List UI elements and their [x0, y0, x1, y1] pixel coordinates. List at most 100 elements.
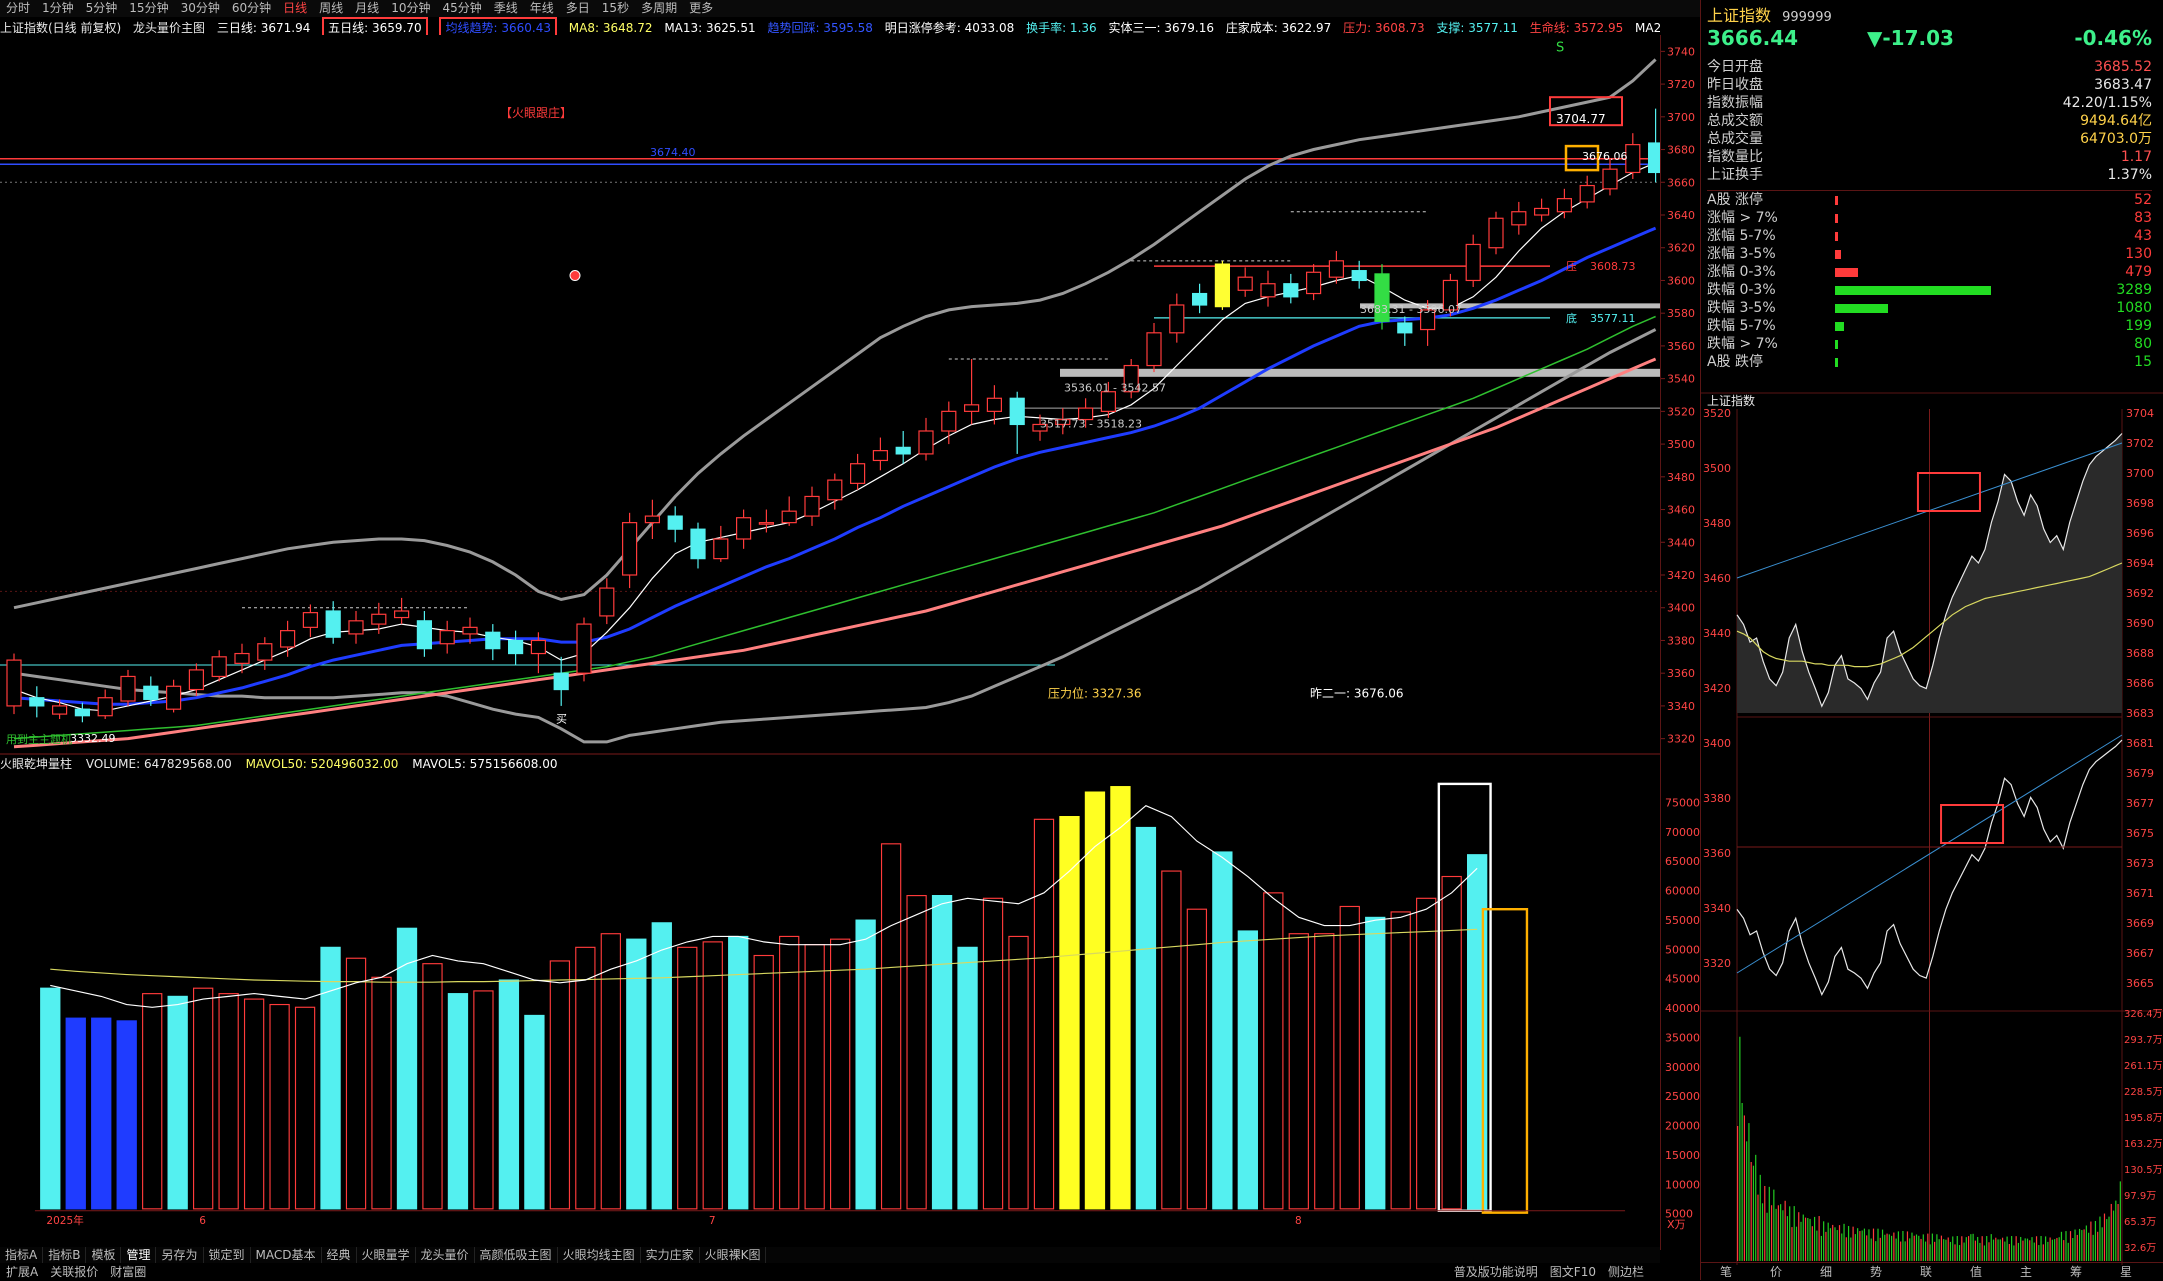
period-tab[interactable]: 日线: [277, 0, 313, 17]
candle[interactable]: [1305, 264, 1322, 301]
volume-bar[interactable]: [957, 946, 978, 1210]
volume-bar[interactable]: [702, 941, 723, 1210]
volume-bar[interactable]: [473, 990, 494, 1210]
volume-bar[interactable]: [40, 987, 61, 1210]
candle[interactable]: [1283, 273, 1299, 304]
candle[interactable]: [1351, 260, 1367, 289]
indicator-tab[interactable]: 指标B: [43, 1247, 87, 1263]
indicator-tab[interactable]: 火眼裸K图: [700, 1247, 767, 1263]
volume-bar[interactable]: [65, 1017, 86, 1210]
extension-link[interactable]: 图文F10: [1544, 1264, 1602, 1280]
candle[interactable]: [508, 630, 524, 665]
volume-bar[interactable]: [575, 946, 596, 1210]
volume-bar[interactable]: [1390, 911, 1411, 1210]
volume-bar[interactable]: [371, 976, 392, 1210]
volume-bar[interactable]: [855, 919, 876, 1210]
volume-bar[interactable]: [1416, 897, 1437, 1210]
period-tab[interactable]: 多周期: [635, 0, 683, 17]
candle[interactable]: [1647, 108, 1660, 183]
period-tab[interactable]: 年线: [524, 0, 560, 17]
extension-tab[interactable]: 关联报价: [44, 1264, 104, 1280]
candle[interactable]: [1556, 188, 1573, 219]
volume-bar[interactable]: [1033, 818, 1055, 1210]
volume-bar[interactable]: [1084, 791, 1106, 1210]
candle[interactable]: [918, 417, 934, 461]
quote-panel-tab[interactable]: 筹: [2051, 1263, 2101, 1281]
quote-panel-tab[interactable]: 细: [1801, 1263, 1851, 1281]
candle[interactable]: [895, 431, 911, 464]
period-tab[interactable]: 多日: [560, 0, 596, 17]
volume-bar[interactable]: [1339, 905, 1360, 1210]
candle[interactable]: [1533, 198, 1550, 222]
candle[interactable]: [1374, 264, 1390, 330]
volume-bar[interactable]: [600, 933, 621, 1210]
volume-bar[interactable]: [1186, 908, 1208, 1210]
candle[interactable]: [644, 499, 661, 539]
quote-panel-tab[interactable]: 势: [1851, 1263, 1901, 1281]
candle[interactable]: [1214, 260, 1231, 310]
candle[interactable]: [302, 604, 318, 638]
extension-link[interactable]: 侧边栏: [1602, 1264, 1650, 1280]
volume-bar[interactable]: [982, 897, 1004, 1210]
candle[interactable]: [166, 679, 182, 713]
candle[interactable]: [941, 401, 957, 445]
candle[interactable]: [234, 643, 250, 674]
volume-bar[interactable]: [677, 946, 698, 1210]
volume-bar[interactable]: [626, 938, 647, 1210]
candle[interactable]: [781, 496, 797, 526]
volume-bar[interactable]: [422, 963, 443, 1210]
period-tab[interactable]: 45分钟: [436, 0, 487, 17]
candle[interactable]: [872, 437, 889, 471]
quote-panel-tab[interactable]: 值: [1951, 1263, 2001, 1281]
volume-bar[interactable]: [931, 895, 953, 1210]
period-tab[interactable]: 60分钟: [226, 0, 277, 17]
candle[interactable]: [576, 617, 592, 682]
volume-bar[interactable]: [1059, 816, 1080, 1210]
volume-chart[interactable]: 2025年 6 7 8: [0, 773, 1660, 1228]
candle[interactable]: [1009, 391, 1025, 454]
volume-bar[interactable]: [1441, 875, 1462, 1210]
quote-panel-tab[interactable]: 笔: [1701, 1263, 1751, 1281]
candle[interactable]: [97, 689, 113, 719]
candle[interactable]: [6, 653, 22, 715]
volume-bar[interactable]: [320, 946, 341, 1210]
extension-tab[interactable]: 扩展A: [0, 1264, 44, 1280]
quote-panel-tab[interactable]: 主: [2001, 1263, 2051, 1281]
volume-bar[interactable]: [549, 960, 571, 1210]
period-tab[interactable]: 更多: [683, 0, 719, 17]
candle[interactable]: [1237, 267, 1253, 297]
candle[interactable]: [667, 506, 683, 543]
volume-bar[interactable]: [524, 1014, 545, 1210]
candle[interactable]: [621, 512, 638, 589]
candle[interactable]: [1260, 270, 1276, 307]
volume-bar[interactable]: [906, 895, 927, 1210]
period-tab[interactable]: 1分钟: [36, 0, 80, 17]
volume-bar[interactable]: [1161, 870, 1182, 1210]
candle[interactable]: [1465, 234, 1481, 287]
volume-bar[interactable]: [269, 1003, 290, 1210]
candle[interactable]: [849, 453, 866, 490]
candle[interactable]: [1488, 211, 1504, 255]
indicator-name[interactable]: 龙头量价主图: [133, 19, 205, 35]
volume-bar[interactable]: [804, 944, 825, 1210]
quote-panel-tab[interactable]: 星: [2101, 1263, 2151, 1281]
candle[interactable]: [211, 650, 227, 682]
volume-bar[interactable]: [218, 993, 239, 1210]
volume-bar[interactable]: [345, 957, 367, 1210]
volume-bar[interactable]: [243, 998, 265, 1210]
volume-bar[interactable]: [1365, 916, 1386, 1210]
candle[interactable]: [804, 486, 820, 526]
volume-indicator-title[interactable]: 火眼乾坤量柱: [0, 755, 72, 773]
volume-bar[interactable]: [1263, 892, 1284, 1210]
period-tab[interactable]: 月线: [349, 0, 385, 17]
candle[interactable]: [713, 525, 729, 562]
candle[interactable]: [29, 686, 45, 718]
candle[interactable]: [348, 611, 364, 644]
candle[interactable]: [553, 656, 569, 706]
candle[interactable]: [439, 620, 455, 654]
period-tab[interactable]: 5分钟: [80, 0, 124, 17]
intraday-chart[interactable]: 上证指数3520 3500 3480 3460 3440 3420 3400 3380 3360…: [1701, 388, 2163, 1268]
candle[interactable]: [416, 611, 432, 657]
quote-panel-tab[interactable]: 价: [1751, 1263, 1801, 1281]
indicator-tab[interactable]: 龙头量价: [416, 1247, 475, 1263]
